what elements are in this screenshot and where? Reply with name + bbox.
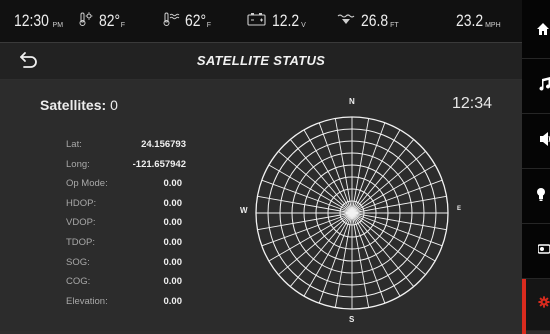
gps-row-long: Long: -121.657942 bbox=[66, 155, 186, 175]
gps-value: 0.00 bbox=[163, 295, 183, 307]
gps-value: 0.00 bbox=[163, 256, 183, 268]
thermometer-sun-icon bbox=[78, 11, 94, 32]
gps-row-elevation: Elevation: 0.00 bbox=[66, 292, 182, 312]
gps-label: SOG: bbox=[66, 256, 90, 268]
title-bar: SATELLITE STATUS bbox=[0, 43, 522, 79]
status-air-temp-unit: F bbox=[120, 21, 125, 29]
status-time-unit: PM bbox=[52, 21, 64, 29]
gps-value: 0.00 bbox=[163, 217, 183, 229]
home-icon bbox=[536, 22, 550, 41]
status-air-temp: 82° F bbox=[78, 0, 125, 42]
status-time-value: 12:30 bbox=[14, 11, 49, 30]
right-sidebar bbox=[522, 0, 550, 334]
page-title: SATELLITE STATUS bbox=[196, 53, 326, 68]
gps-value: 0.00 bbox=[163, 178, 183, 190]
gps-row-op-mode: Op Mode: 0.00 bbox=[66, 174, 182, 194]
satellite-count: Satellites: 0 bbox=[40, 97, 118, 113]
gear-icon bbox=[538, 295, 550, 314]
sidebar-item-lights[interactable] bbox=[522, 169, 550, 224]
gps-row-sog: SOG: 0.00 bbox=[66, 253, 182, 273]
satellite-count-label: Satellites: bbox=[40, 97, 107, 113]
status-water-temp-value: 62° bbox=[185, 11, 207, 30]
satellite-status-panel: Satellites: 0 12:34 Lat: 24.156793 Long: … bbox=[0, 80, 522, 331]
gps-label: Lat: bbox=[66, 139, 82, 150]
status-time: 12:30 PM bbox=[14, 0, 63, 42]
compass-west-label: W bbox=[240, 206, 248, 215]
gps-label: HDOP: bbox=[66, 197, 97, 209]
status-speed-value: 23.2 bbox=[456, 11, 484, 30]
gps-value: 0.00 bbox=[163, 276, 183, 288]
gps-label: TDOP: bbox=[66, 236, 96, 248]
gps-label: Long: bbox=[66, 158, 90, 170]
active-indicator bbox=[522, 279, 526, 334]
gps-value: 24.156793 bbox=[141, 139, 186, 150]
satellite-count-value: 0 bbox=[110, 97, 118, 113]
status-water-temp: 62° F bbox=[162, 0, 211, 42]
gps-label: Op Mode: bbox=[66, 178, 108, 190]
gps-row-tdop: TDOP: 0.00 bbox=[66, 233, 182, 253]
sidebar-item-home[interactable] bbox=[522, 4, 550, 59]
toggle-icon bbox=[537, 242, 550, 260]
compass-east-label: E bbox=[457, 206, 462, 212]
sidebar-item-toggle[interactable] bbox=[522, 224, 550, 279]
gps-value: 0.00 bbox=[163, 197, 183, 209]
music-note-icon bbox=[538, 76, 550, 96]
status-air-temp-value: 82° bbox=[99, 11, 121, 30]
status-bar: 12:30 PM 82° F 62° F 12.2 V 26.8 FT 23.2… bbox=[0, 0, 522, 43]
status-speed: 23.2 MPH bbox=[456, 0, 501, 42]
gps-label: VDOP: bbox=[66, 217, 96, 229]
status-voltage-value: 12.2 bbox=[272, 11, 300, 30]
thermometer-water-icon bbox=[162, 11, 180, 32]
gps-row-cog: COG: 0.00 bbox=[66, 272, 182, 292]
sidebar-item-music[interactable] bbox=[522, 59, 550, 114]
status-voltage: 12.2 V bbox=[247, 0, 306, 42]
gps-label: COG: bbox=[66, 276, 91, 288]
gps-value: -121.657942 bbox=[132, 158, 186, 170]
gps-row-vdop: VDOP: 0.00 bbox=[66, 213, 182, 233]
gps-value: 0.00 bbox=[163, 236, 183, 248]
sidebar-item-volume[interactable] bbox=[522, 114, 550, 169]
battery-icon bbox=[247, 12, 267, 31]
gps-data-table: Lat: 24.156793 Long: -121.657942 Op Mode… bbox=[66, 135, 186, 311]
gps-row-hdop: HDOP: 0.00 bbox=[66, 194, 182, 214]
speaker-icon bbox=[540, 131, 550, 151]
status-voltage-unit: V bbox=[301, 21, 306, 29]
gps-label: Elevation: bbox=[66, 295, 108, 307]
status-depth-unit: FT bbox=[390, 21, 399, 29]
satellite-sky-plot: N S W E bbox=[232, 97, 472, 329]
sidebar-item-settings[interactable] bbox=[522, 279, 550, 334]
status-depth: 26.8 FT bbox=[336, 0, 399, 42]
depth-icon bbox=[336, 12, 356, 31]
compass-south-label: S bbox=[349, 315, 355, 324]
lightbulb-icon bbox=[536, 187, 546, 206]
status-water-temp-unit: F bbox=[206, 21, 211, 29]
compass-north-label: N bbox=[349, 97, 355, 106]
sky-plot-grid bbox=[255, 116, 449, 310]
status-depth-value: 26.8 bbox=[361, 11, 389, 30]
status-speed-unit: MPH bbox=[485, 21, 501, 29]
gps-row-lat: Lat: 24.156793 bbox=[66, 135, 186, 155]
